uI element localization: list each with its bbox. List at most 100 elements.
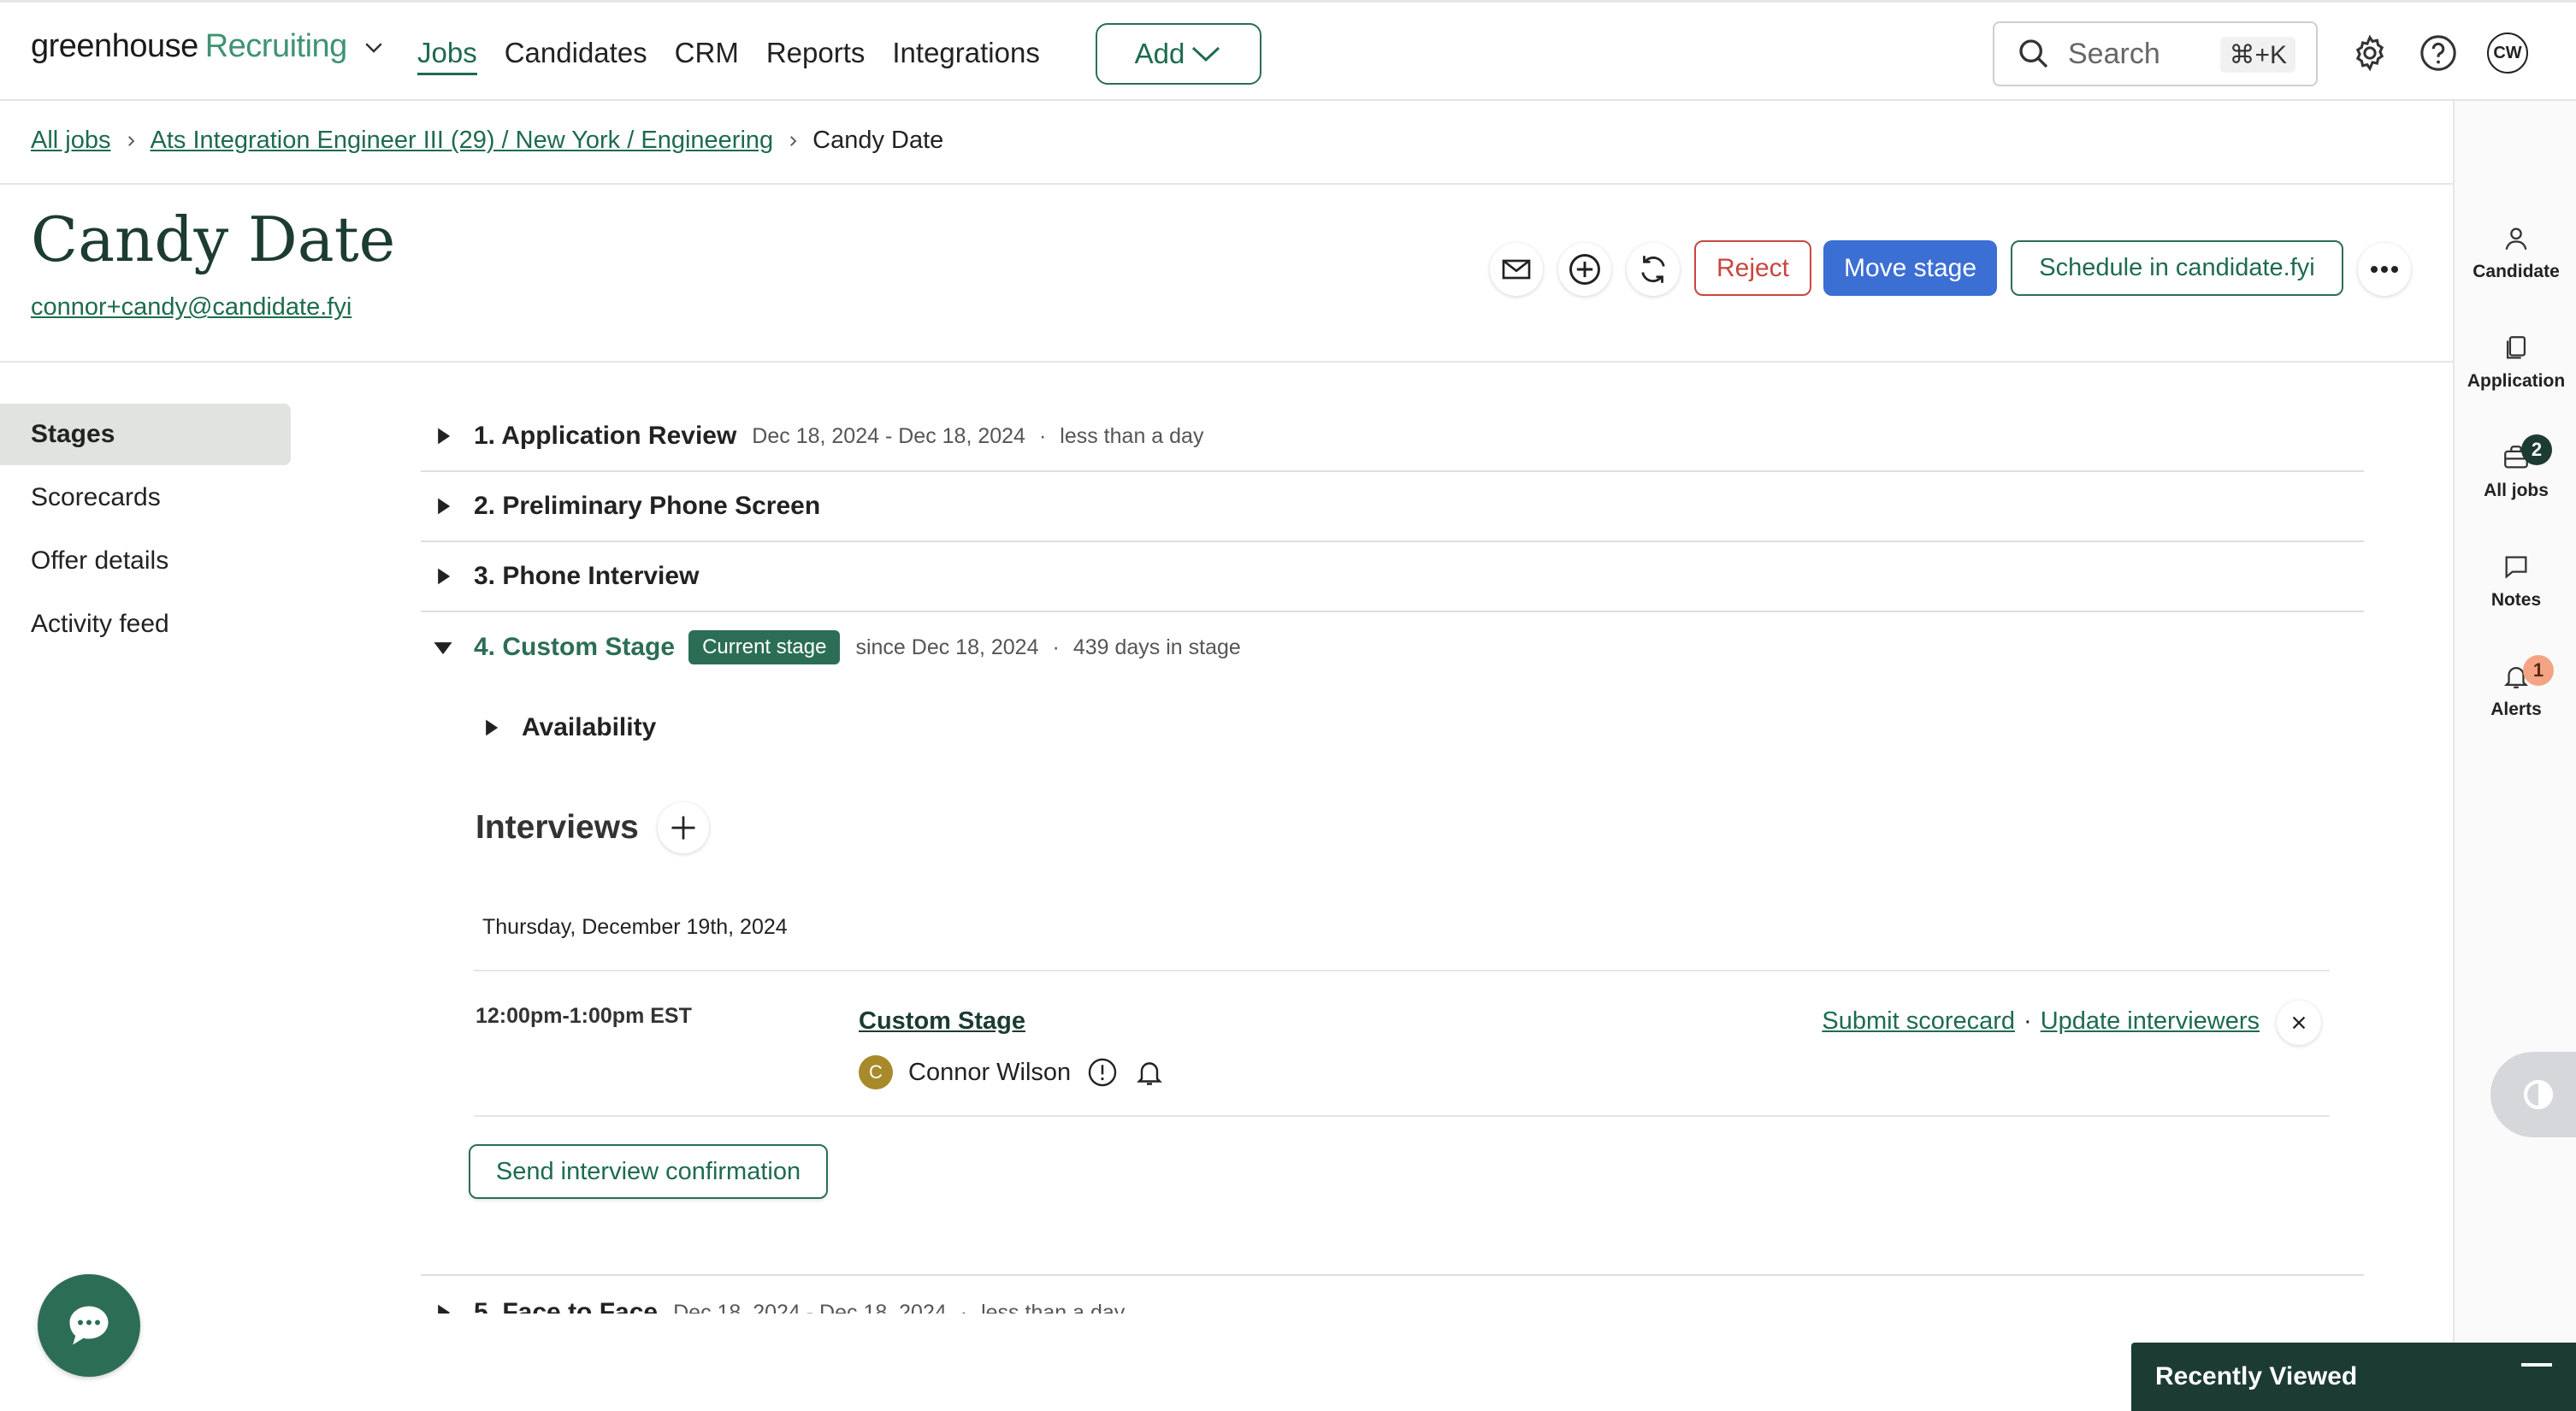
breadcrumb: All jobs Ats Integration Engineer III (2… — [31, 127, 943, 155]
ellipsis-icon — [2371, 266, 2398, 273]
rail-candidate[interactable]: Candidate — [2455, 224, 2576, 282]
recently-viewed-panel[interactable]: Recently Viewed — [2131, 1343, 2576, 1411]
availability-toggle[interactable]: Availability — [479, 713, 656, 742]
jobs-count-badge: 2 — [2521, 434, 2552, 465]
remove-interview-button[interactable] — [2277, 1001, 2321, 1045]
stage-row[interactable]: 1. Application Review Dec 18, 2024 - Dec… — [421, 402, 2364, 472]
link-separator: · — [2024, 1007, 2032, 1035]
rail-alerts[interactable]: Alerts 1 — [2455, 655, 2576, 720]
search-icon — [2019, 39, 2048, 68]
search-box[interactable]: Search ⌘+K — [1993, 21, 2318, 86]
stage-title: 5. Face to Face — [474, 1298, 659, 1314]
chat-icon — [69, 1306, 109, 1345]
side-nav: Stages Scorecards Offer details Activity… — [0, 404, 291, 657]
interviewer-name: Connor Wilson — [908, 1058, 1072, 1086]
rail-label: Alerts — [2490, 700, 2542, 719]
meta-separator: · — [960, 1300, 968, 1314]
transfer-button[interactable] — [1627, 243, 1680, 296]
rail-notes[interactable]: Notes — [2455, 552, 2576, 611]
caret-right-icon — [486, 719, 499, 736]
send-confirmation-button[interactable]: Send interview confirmation — [469, 1144, 828, 1199]
stage-dates: Dec 18, 2024 - Dec 18, 2024 — [752, 423, 1025, 448]
divider — [0, 361, 2453, 363]
right-rail-top — [2453, 101, 2576, 185]
theme-toggle[interactable] — [2490, 1052, 2576, 1137]
candidate-email[interactable]: connor+candy@candidate.fyi — [31, 293, 352, 322]
chevron-down-icon[interactable] — [361, 34, 387, 60]
alerts-count-badge: 1 — [2523, 655, 2554, 686]
gear-icon[interactable] — [2350, 33, 2390, 73]
search-shortcut: ⌘+K — [2220, 37, 2295, 73]
logo-main: greenhouse — [31, 28, 198, 64]
stage-row[interactable]: 2. Preliminary Phone Screen — [421, 472, 2364, 542]
sidenav-scorecards[interactable]: Scorecards — [0, 467, 291, 528]
interview-actions: Submit scorecard · Update interviewers — [1822, 1007, 2260, 1036]
sidenav-activity-feed[interactable]: Activity feed — [0, 593, 291, 655]
add-circle-button[interactable] — [1558, 243, 1611, 296]
schedule-button[interactable]: Schedule in candidate.fyi — [2011, 240, 2343, 296]
app-logo[interactable]: greenhouse Recruiting — [31, 28, 387, 65]
rail-application[interactable]: Application — [2455, 334, 2576, 392]
alert-circle-icon[interactable] — [1086, 1056, 1119, 1089]
caret-right-icon — [438, 428, 451, 445]
person-icon — [2505, 227, 2527, 251]
nav-crm[interactable]: CRM — [675, 37, 739, 75]
breadcrumb-job[interactable]: Ats Integration Engineer III (29) / New … — [151, 127, 774, 155]
stage-title: 3. Phone Interview — [474, 562, 700, 590]
breadcrumb-all-jobs[interactable]: All jobs — [31, 127, 111, 155]
recently-viewed-title: Recently Viewed — [2155, 1362, 2358, 1390]
interview-time: 12:00pm-1:00pm EST — [476, 1004, 692, 1028]
main-nav: Jobs Candidates CRM Reports Integrations — [417, 37, 1040, 75]
add-button[interactable]: Add — [1096, 23, 1261, 85]
chat-button[interactable] — [38, 1274, 140, 1377]
interview-name-link[interactable]: Custom Stage — [859, 1007, 1025, 1036]
current-stage-row[interactable]: 4. Custom Stage Current stage since Dec … — [421, 612, 2364, 682]
chevron-right-icon — [127, 135, 134, 146]
right-rail: Candidate Application All jobs 2 Notes A… — [2453, 185, 2576, 1411]
nav-jobs[interactable]: Jobs — [417, 37, 477, 75]
plus-icon — [671, 816, 695, 840]
nav-candidates[interactable]: Candidates — [505, 37, 647, 75]
add-interview-button[interactable] — [657, 802, 709, 853]
email-button[interactable] — [1490, 243, 1543, 296]
stage-title: 4. Custom Stage — [474, 633, 676, 661]
help-icon[interactable] — [2419, 33, 2458, 73]
stage-row[interactable]: 3. Phone Interview — [421, 542, 2364, 612]
interviews-title: Interviews — [476, 809, 639, 846]
stage-meta: Dec 18, 2024 - Dec 18, 2024 · less than … — [673, 1301, 1125, 1314]
rail-label: Application — [2467, 371, 2566, 391]
rail-all-jobs[interactable]: All jobs 2 — [2455, 434, 2576, 501]
move-stage-button[interactable]: Move stage — [1823, 240, 1997, 296]
more-options-button[interactable] — [2358, 243, 2411, 296]
stage-dates: Dec 18, 2024 - Dec 18, 2024 — [673, 1300, 947, 1314]
caret-right-icon — [438, 1304, 451, 1314]
sidenav-offer-details[interactable]: Offer details — [0, 530, 291, 592]
rail-label: Notes — [2490, 590, 2542, 610]
reject-button[interactable]: Reject — [1694, 240, 1811, 296]
sidenav-stages[interactable]: Stages — [0, 404, 291, 465]
add-label: Add — [1134, 38, 1185, 69]
submit-scorecard-link[interactable]: Submit scorecard — [1822, 1007, 2015, 1036]
rail-label: All jobs — [2484, 481, 2549, 500]
candidate-name: Candy Date — [31, 204, 396, 275]
interviews-header: Interviews — [476, 802, 709, 853]
nav-integrations[interactable]: Integrations — [892, 37, 1039, 75]
breadcrumb-current: Candy Date — [812, 127, 944, 154]
stage-row[interactable]: 5. Face to Face Dec 18, 2024 - Dec 18, 2… — [421, 1274, 2364, 1314]
close-icon — [2292, 1016, 2306, 1030]
user-avatar[interactable]: CW — [2487, 32, 2528, 74]
bell-icon[interactable] — [1134, 1057, 1165, 1088]
document-icon — [2506, 336, 2526, 359]
minimize-icon[interactable] — [2521, 1363, 2552, 1367]
interviewer-avatar: C — [859, 1055, 893, 1089]
availability-label: Availability — [522, 713, 657, 741]
mail-icon — [1502, 259, 1531, 280]
meta-separator: · — [1052, 635, 1060, 659]
top-nav: greenhouse Recruiting Jobs Candidates CR… — [0, 0, 2576, 101]
update-interviewers-link[interactable]: Update interviewers — [2041, 1007, 2260, 1036]
nav-reports[interactable]: Reports — [766, 37, 866, 75]
stage-duration: 439 days in stage — [1072, 635, 1241, 659]
stage-since: since Dec 18, 2024 — [855, 635, 1039, 659]
refresh-icon — [1641, 256, 1665, 283]
contrast-icon — [2523, 1079, 2554, 1110]
